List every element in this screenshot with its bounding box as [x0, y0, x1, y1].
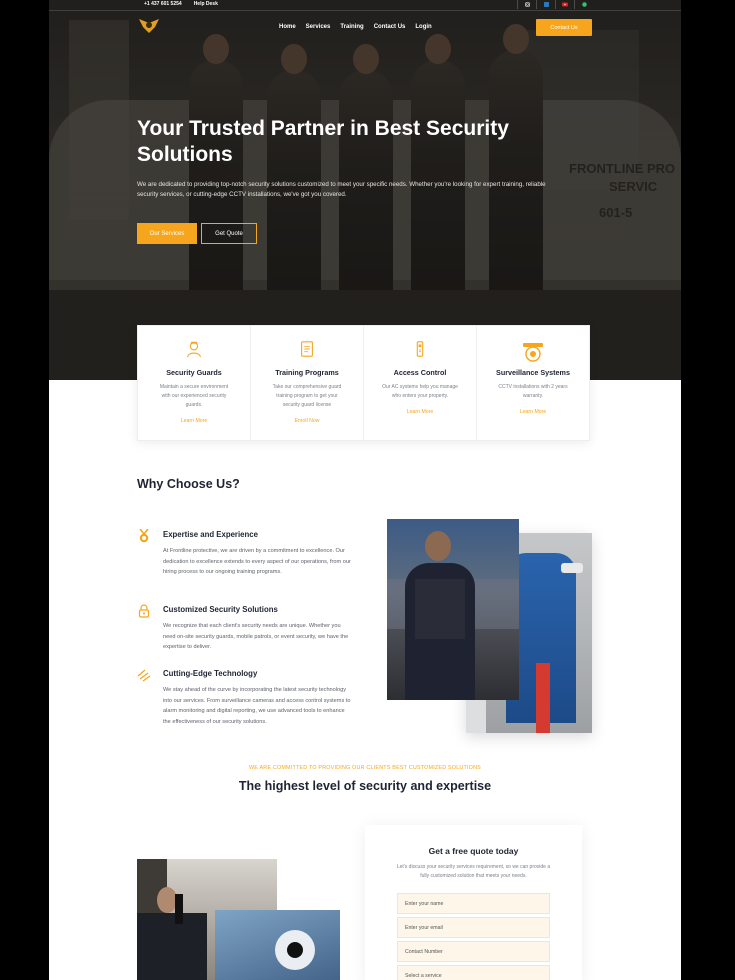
instagram-icon[interactable] — [517, 0, 536, 9]
access-control-icon — [416, 341, 424, 357]
lock-icon — [138, 604, 150, 618]
service-card-security-guards: Security Guards Maintain a secure enviro… — [138, 326, 251, 440]
service-description: Take our comprehensive guard training pr… — [272, 384, 342, 408]
feature-description: We recognize that each client's security… — [163, 623, 349, 650]
youtube-icon[interactable] — [555, 0, 574, 9]
service-description: CCTV installations with 2 years warranty… — [498, 384, 568, 399]
hero-section: FRONTLINE PRO SERVIC 601-5 +1 437 601 52… — [49, 0, 681, 380]
satellite-icon — [137, 669, 151, 682]
logo-icon[interactable] — [137, 15, 161, 35]
feature-title: Cutting-Edge Technology — [163, 669, 258, 678]
phone-field[interactable]: Contact Number — [397, 941, 550, 962]
cctv-building-photo — [215, 910, 340, 980]
service-learn-more-link[interactable]: Learn More — [138, 418, 250, 424]
service-description: Maintain a secure environment with our e… — [159, 384, 229, 408]
commitment-title: The highest level of security and expert… — [238, 779, 492, 793]
guard-icon — [187, 341, 201, 358]
service-card-training: Training Programs Take our comprehensive… — [251, 326, 364, 440]
linkedin-icon[interactable] — [536, 0, 555, 9]
service-card-surveillance: Surveillance Systems CCTV installations … — [477, 326, 589, 440]
our-services-button[interactable]: Our Services — [137, 223, 197, 244]
hero-title: Your Trusted Partner in Best Security So… — [137, 117, 509, 166]
security-guard-photo — [387, 519, 519, 700]
services-cards: Security Guards Maintain a secure enviro… — [137, 325, 590, 441]
nav-item-contact[interactable]: Contact Us — [374, 24, 406, 30]
nav-item-home[interactable]: Home — [279, 24, 296, 30]
document-icon — [301, 341, 313, 357]
medal-icon — [139, 529, 149, 543]
service-learn-more-link[interactable]: Learn More — [364, 409, 476, 415]
nav-menu: Home Services Training Contact Us Login — [279, 24, 432, 30]
quote-form-title: Get a free quote today — [428, 846, 519, 856]
feature-title: Expertise and Experience — [163, 530, 258, 539]
cctv-camera-icon — [523, 343, 543, 362]
service-card-access-control: Access Control Our AC systems help you m… — [364, 326, 477, 440]
service-learn-more-link[interactable]: Learn More — [477, 409, 589, 415]
service-description: Our AC systems help you manage who enter… — [382, 384, 458, 399]
service-title: Surveillance Systems — [496, 368, 570, 377]
page: FRONTLINE PRO SERVIC 601-5 +1 437 601 52… — [49, 0, 681, 980]
why-choose-us-heading: Why Choose Us? — [137, 477, 240, 491]
commitment-tagline: WE ARE COMMITTED TO PROVIDING OUR CLIENT… — [249, 765, 481, 771]
phone-number[interactable]: +1 437 601 5254 — [144, 0, 182, 9]
feature-title: Customized Security Solutions — [163, 605, 278, 614]
nav-item-training[interactable]: Training — [340, 24, 363, 30]
service-enroll-link[interactable]: Enroll Now — [251, 418, 363, 424]
feature-description: At Frontline protective, we are driven b… — [163, 548, 351, 575]
contact-us-button[interactable]: Contact Us — [536, 19, 592, 36]
nav-item-login[interactable]: Login — [415, 24, 431, 30]
service-title: Security Guards — [166, 368, 222, 377]
topbar: +1 437 601 5254 Help Desk — [144, 0, 218, 9]
hero-description: We are dedicated to providing top-notch … — [137, 181, 546, 198]
main-nav: Home Services Training Contact Us Login … — [49, 10, 681, 45]
feature-description: We stay ahead of the curve by incorporat… — [163, 687, 351, 725]
nav-item-services[interactable]: Services — [306, 24, 331, 30]
email-field[interactable]: Enter your email — [397, 917, 550, 938]
service-title: Access Control — [393, 368, 447, 377]
quote-form-description: Let's discuss your security services req… — [396, 864, 551, 879]
helpdesk-link[interactable]: Help Desk — [194, 0, 218, 9]
quote-form: Get a free quote today Let's discuss you… — [365, 825, 582, 980]
get-quote-button[interactable]: Get Quote — [201, 223, 257, 244]
service-title: Training Programs — [275, 368, 339, 377]
social-links — [517, 0, 593, 9]
service-select[interactable]: Select a service — [397, 965, 550, 980]
name-field[interactable]: Enter your name — [397, 893, 550, 914]
whatsapp-icon[interactable] — [574, 0, 593, 9]
